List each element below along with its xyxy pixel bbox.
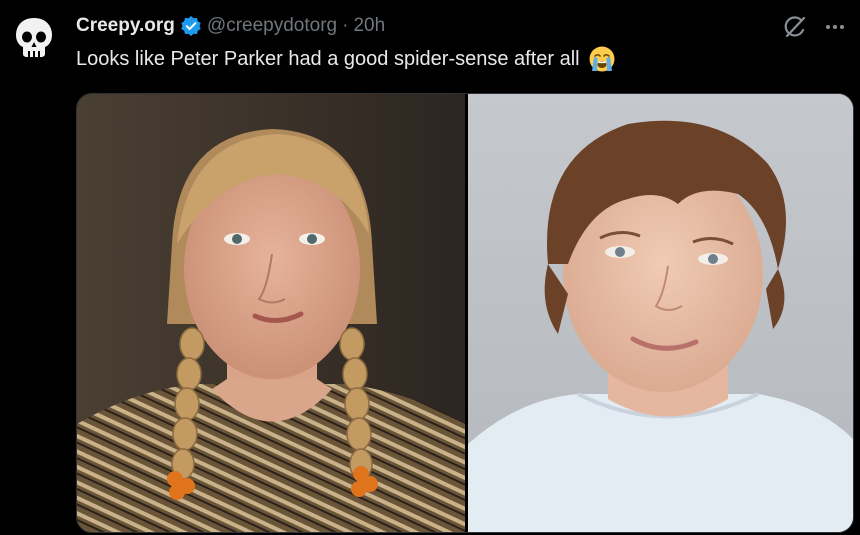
tweet-text-content: Looks like Peter Parker had a good spide…: [76, 48, 580, 70]
timestamp[interactable]: 20h: [353, 13, 385, 39]
tweet-top-actions: [782, 14, 846, 40]
tweet-media[interactable]: [76, 93, 854, 533]
grok-slash-icon[interactable]: [782, 14, 808, 40]
skull-icon: [16, 18, 52, 57]
loudly-crying-face-icon: [588, 45, 616, 73]
user-handle[interactable]: @creepydotorg: [207, 13, 337, 39]
separator-dot: ·: [342, 15, 349, 36]
tweet[interactable]: Creepy.org @creepydotorg · 20h Looks lik…: [0, 0, 860, 535]
photo-woman-braids[interactable]: [77, 94, 465, 532]
more-dots-icon[interactable]: [824, 16, 846, 38]
tweet-text: Looks like Peter Parker had a good spide…: [76, 44, 616, 74]
avatar[interactable]: [10, 14, 58, 62]
display-name[interactable]: Creepy.org: [76, 13, 175, 39]
verified-badge-icon[interactable]: [180, 15, 202, 37]
tweet-header: Creepy.org @creepydotorg · 20h: [76, 13, 385, 39]
photo-woman-short-hair[interactable]: [468, 94, 853, 532]
